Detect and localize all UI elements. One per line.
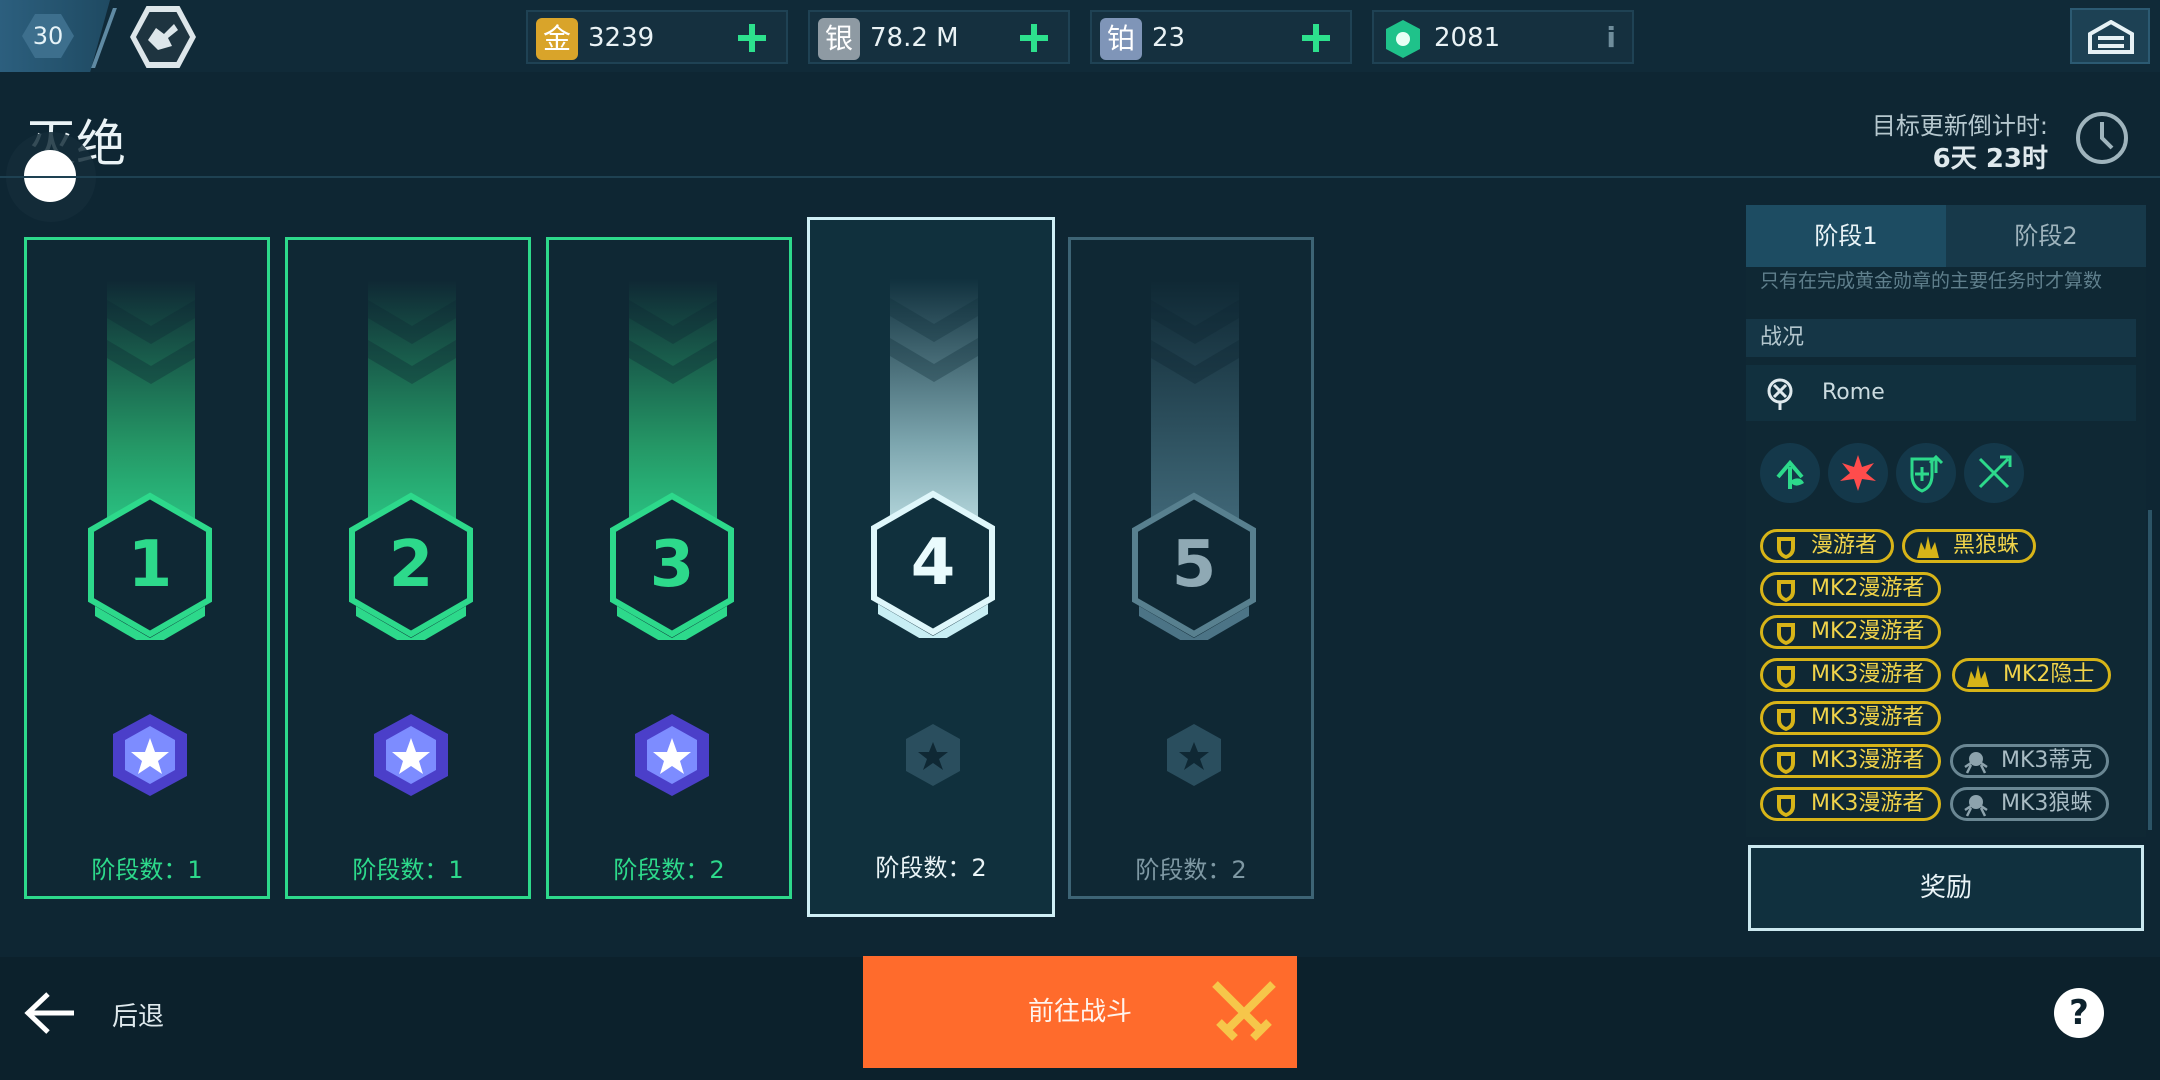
silver-currency: 银 78.2 M	[808, 10, 1070, 64]
spider-bot-icon	[1964, 752, 1988, 774]
enemy-chip[interactable]: MK3漫游者	[1760, 744, 1942, 778]
enemy-chip[interactable]: MK3漫游者	[1760, 658, 1942, 692]
gold-icon: 金	[536, 18, 578, 60]
enemy-chip[interactable]: MK2漫游者	[1760, 615, 1942, 649]
stage-number: 4	[910, 526, 956, 600]
stage-label: 阶段数：2	[1135, 856, 1247, 884]
back-button[interactable]: 后退	[112, 996, 164, 1033]
mission-detail-panel[interactable]: 只有在完成黄金勋章的主要任务时才算数 战况 Rome 漫游者 黑狼蛛 MK2漫游…	[1746, 267, 2146, 837]
timer-label: 目标更新倒计时:	[1871, 112, 2048, 140]
medal-icon	[635, 714, 709, 796]
enemy-chip[interactable]: MK3蒂克	[1950, 744, 2110, 778]
section-title: 战况	[1746, 319, 2136, 357]
enemy-chip[interactable]: MK2隐士	[1952, 658, 2112, 692]
shield-icon	[1777, 623, 1795, 645]
enemy-chip[interactable]: MK2漫游者	[1760, 572, 1942, 606]
stage-label: 阶段数：2	[613, 856, 725, 884]
header-divider	[0, 176, 2160, 178]
star-hex-icon	[906, 724, 960, 786]
enemy-chip[interactable]: MK3漫游者	[1760, 701, 1942, 735]
add-gold-button[interactable]	[732, 16, 772, 60]
flame-icon	[1967, 665, 1989, 687]
shield-icon	[1777, 537, 1795, 559]
clock-icon	[2076, 112, 2128, 164]
key-currency: 2081 i	[1372, 10, 1634, 64]
top-bar: 30 金 3239 银 78.2 M 铂 23 2081 i	[0, 0, 2160, 72]
chevron-icon	[1151, 300, 1239, 384]
back-arrow-icon[interactable]	[22, 990, 78, 1036]
shield-icon	[1777, 752, 1795, 774]
stage-label: 阶段数：2	[875, 854, 987, 882]
silver-icon: 银	[818, 18, 860, 60]
modifier-row	[1746, 429, 2136, 519]
go-to-battle-button[interactable]: 前往战斗	[863, 956, 1297, 1068]
tab-phase-1[interactable]: 阶段1	[1746, 205, 1946, 267]
platinum-icon: 铂	[1100, 18, 1142, 60]
stage-number: 5	[1171, 528, 1217, 602]
cross-swords-icon[interactable]	[1964, 443, 2024, 503]
key-value: 2081	[1434, 23, 1501, 53]
stage-card-1[interactable]: 1 阶段数：1	[24, 237, 270, 899]
enemy-chip[interactable]: 漫游者	[1760, 529, 1895, 563]
shield-icon	[1777, 795, 1795, 817]
stage-card-2[interactable]: 2 阶段数：1	[285, 237, 531, 899]
growth-icon[interactable]	[1760, 443, 1820, 503]
stage-label: 阶段数：1	[352, 856, 464, 884]
stage-number: 1	[127, 528, 173, 602]
silver-value: 78.2 M	[870, 23, 959, 53]
tab-phase-2[interactable]: 阶段2	[1946, 205, 2146, 267]
info-icon[interactable]: i	[1606, 12, 1616, 64]
stage-number: 3	[649, 528, 695, 602]
gold-currency: 金 3239	[526, 10, 788, 64]
add-platinum-button[interactable]	[1296, 16, 1336, 60]
stage-number: 2	[388, 528, 434, 602]
timer-value: 6天 23时	[1932, 144, 2048, 174]
medal-icon	[113, 714, 187, 796]
location-pin-icon	[1767, 378, 1793, 410]
garage-icon	[2088, 20, 2134, 54]
reward-button[interactable]: 奖励	[1748, 845, 2144, 931]
add-silver-button[interactable]	[1014, 16, 1054, 60]
burst-icon[interactable]	[1828, 443, 1888, 503]
stage-card-3[interactable]: 3 阶段数：2	[546, 237, 792, 899]
rank-icon[interactable]	[130, 6, 196, 68]
phase-tabs: 阶段1 阶段2	[1746, 205, 2146, 267]
chevron-icon	[890, 298, 978, 382]
stage-card-4[interactable]: 4 阶段数：2	[807, 217, 1055, 917]
panel-scrollbar[interactable]	[2148, 510, 2152, 830]
help-button[interactable]: ?	[2054, 988, 2104, 1038]
enemy-chip[interactable]: MK3漫游者	[1760, 787, 1942, 821]
enemy-chip[interactable]: MK3狼蛛	[1950, 787, 2110, 821]
enemy-chip[interactable]: 黑狼蛛	[1902, 529, 2037, 563]
platinum-currency: 铂 23	[1090, 10, 1352, 64]
spider-bot-icon	[1964, 795, 1988, 817]
chevron-icon	[368, 300, 456, 384]
medal-icon	[374, 714, 448, 796]
shield-icon	[1777, 666, 1795, 688]
stage-card-5[interactable]: 5 阶段数：2	[1068, 237, 1314, 899]
platinum-value: 23	[1152, 23, 1186, 53]
star-hex-icon	[1167, 724, 1221, 786]
flame-icon	[1917, 536, 1939, 558]
crossed-swords-icon	[1212, 981, 1276, 1041]
shield-icon	[1777, 709, 1795, 731]
chevron-icon	[107, 300, 195, 384]
chevron-icon	[629, 300, 717, 384]
location-name: Rome	[1822, 380, 1885, 405]
garage-button[interactable]	[2070, 8, 2150, 64]
shield-icon	[1777, 580, 1795, 602]
location-row: Rome	[1746, 365, 2136, 421]
gold-value: 3239	[588, 23, 655, 53]
requirement-text: 只有在完成黄金勋章的主要任务时才算数	[1760, 270, 2103, 292]
key-icon	[1382, 18, 1424, 60]
shield-plus-icon[interactable]	[1896, 443, 1956, 503]
stage-label: 阶段数：1	[91, 856, 203, 884]
